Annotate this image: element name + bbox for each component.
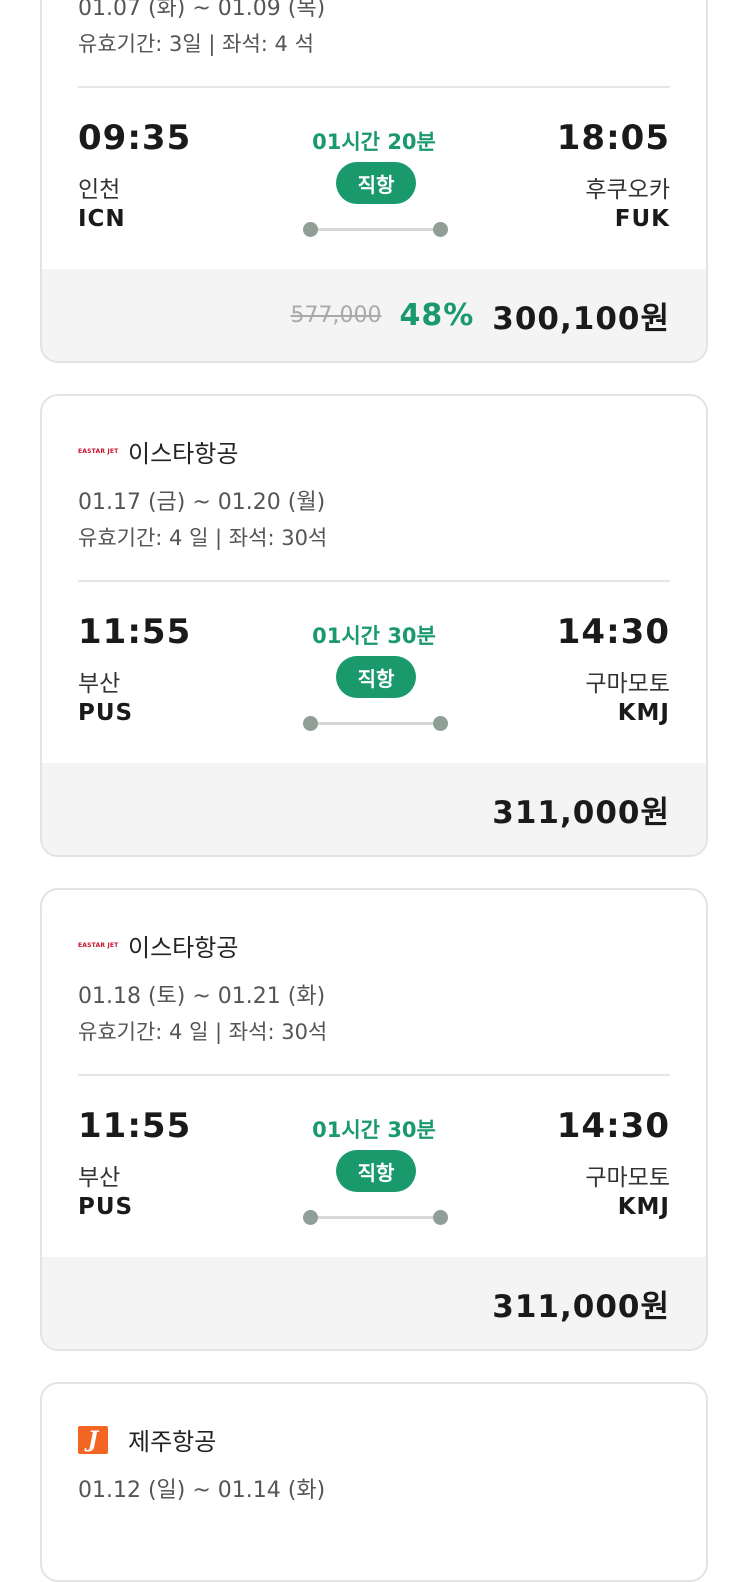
discount-rate: 48%: [399, 297, 475, 333]
departure-city: 부산: [78, 671, 121, 697]
departure-city: 부산: [78, 1165, 121, 1191]
flight-card[interactable]: EASTAR JET 이스타항공 01.17 (금) ~ 01.20 (월) 유…: [40, 394, 708, 857]
arrival-code: KMJ: [617, 700, 670, 726]
departure-city: 인천: [78, 177, 121, 203]
validity-seats: 유효기간: 4 일 | 좌석: 30석: [78, 526, 328, 550]
direct-flight-badge: 직항: [336, 162, 416, 204]
airline-row: J 제주항공: [78, 1422, 216, 1457]
route-line: [310, 722, 442, 725]
origin-dot: [303, 716, 318, 731]
airline-name: 이스타항공: [128, 934, 239, 962]
original-price: 577,000: [290, 302, 382, 328]
airline-name: 제주항공: [128, 1428, 217, 1456]
departure-code: PUS: [78, 700, 134, 726]
divider: [78, 86, 670, 88]
arrival-city: 후쿠오카: [585, 177, 670, 203]
price-bar: 311,000원: [42, 763, 706, 855]
arrival-code: FUK: [614, 206, 670, 232]
flight-card[interactable]: J 제주항공 01.12 (일) ~ 01.14 (화): [40, 1382, 708, 1582]
airline-row: EASTAR JET 이스타항공: [78, 928, 238, 963]
validity-seats: 유효기간: 3일 | 좌석: 4 석: [78, 32, 314, 56]
airline-row: EASTAR JET 이스타항공: [78, 434, 238, 469]
price-bar: 577,000 48% 300,100원: [42, 269, 706, 361]
airline-name: 이스타항공: [128, 440, 239, 468]
final-price: 300,100원: [492, 300, 670, 337]
destination-dot: [433, 1210, 448, 1225]
route-line: [310, 1216, 442, 1219]
travel-dates: 01.17 (금) ~ 01.20 (월): [78, 490, 326, 515]
direct-flight-badge: 직항: [336, 1150, 416, 1192]
validity-seats: 유효기간: 4 일 | 좌석: 30석: [78, 1020, 328, 1044]
origin-dot: [303, 1210, 318, 1225]
origin-dot: [303, 222, 318, 237]
destination-dot: [433, 716, 448, 731]
travel-dates: 01.12 (일) ~ 01.14 (화): [78, 1478, 326, 1503]
arrival-city: 구마모토: [585, 671, 670, 697]
arrival-time: 14:30: [556, 612, 670, 652]
arrival-code: KMJ: [617, 1194, 670, 1220]
jeju-air-logo: J: [78, 1425, 120, 1454]
final-price: 311,000원: [492, 794, 670, 831]
arrival-time: 14:30: [556, 1106, 670, 1146]
route-line: [310, 228, 442, 231]
destination-dot: [433, 222, 448, 237]
eastar-jet-logo: EASTAR JET: [78, 942, 119, 949]
departure-code: ICN: [78, 206, 126, 232]
arrival-city: 구마모토: [585, 1165, 670, 1191]
divider: [78, 580, 670, 582]
eastar-jet-logo: EASTAR JET: [78, 448, 119, 455]
departure-code: PUS: [78, 1194, 134, 1220]
flight-card[interactable]: 01.07 (화) ~ 01.09 (목) 유효기간: 3일 | 좌석: 4 석…: [40, 0, 708, 363]
arrival-time: 18:05: [556, 118, 670, 158]
travel-dates: 01.07 (화) ~ 01.09 (목): [78, 0, 326, 21]
final-price: 311,000원: [492, 1288, 670, 1325]
flight-card[interactable]: EASTAR JET 이스타항공 01.18 (토) ~ 01.21 (화) 유…: [40, 888, 708, 1351]
direct-flight-badge: 직항: [336, 656, 416, 698]
travel-dates: 01.18 (토) ~ 01.21 (화): [78, 984, 326, 1009]
divider: [78, 1074, 670, 1076]
price-bar: 311,000원: [42, 1257, 706, 1349]
